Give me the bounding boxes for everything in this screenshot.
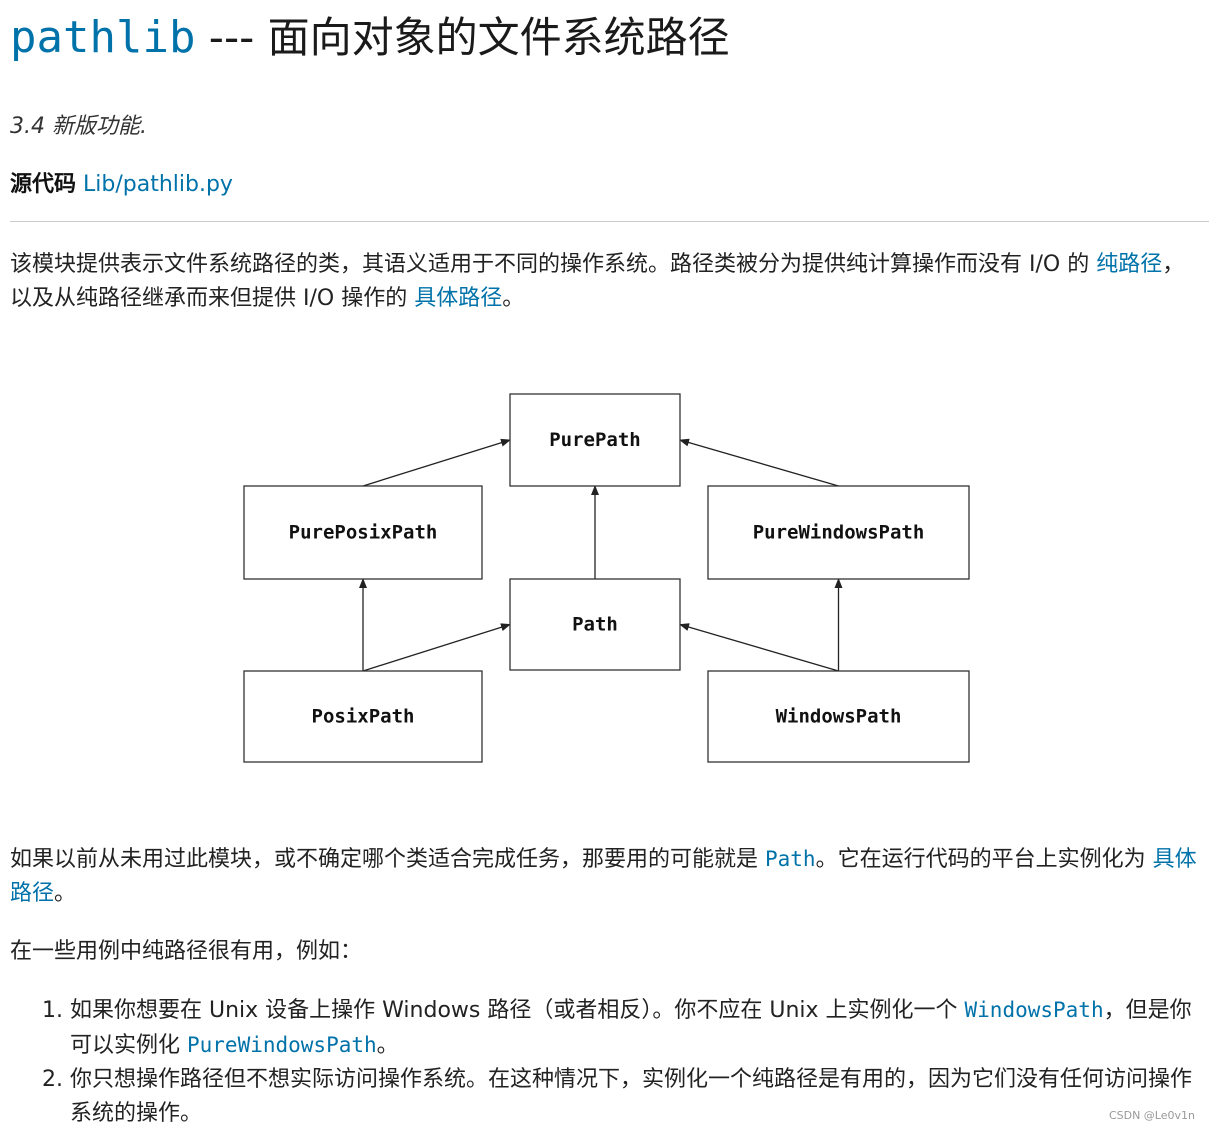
list-item: 如果你想要在 Unix 设备上操作 Windows 路径（或者相反）。你不应在 … xyxy=(70,993,1205,1063)
path-class-link[interactable]: Path xyxy=(765,847,816,871)
class-inheritance-diagram: PurePath PurePosixPath PureWindowsPath Path… xyxy=(243,393,970,763)
watermark: CSDN @Le0v1n xyxy=(1108,1109,1195,1122)
pure-paths-link[interactable]: 纯路径 xyxy=(1096,252,1162,277)
list-item: 你只想操作路径但不想实际访问操作系统。在这种情况下，实例化一个纯路径是有用的，因… xyxy=(70,1063,1205,1131)
diagram-node-purewindowspath: PureWindowsPath xyxy=(707,485,970,580)
concrete-paths-link[interactable]: 具体路径 xyxy=(414,286,502,311)
para-text: 。 xyxy=(54,881,77,906)
version-note: 3.4 新版功能. xyxy=(10,114,147,139)
list-text: 如果你想要在 Unix 设备上操作 Windows 路径（或者相反）。你不应在 … xyxy=(70,998,965,1023)
intro-text: 。 xyxy=(502,286,525,311)
inheritance-arrow-pureposixpath-to-purepath xyxy=(362,438,511,487)
use-cases-intro: 在一些用例中纯路径很有用，例如： xyxy=(10,939,363,964)
title-description: --- 面向对象的文件系统路径 xyxy=(195,13,730,62)
list-text: 。 xyxy=(376,1033,399,1058)
inheritance-arrow-posixpath-to-path xyxy=(362,623,511,672)
diagram-label: PureWindowsPath xyxy=(753,522,925,544)
diagram-label: PurePosixPath xyxy=(289,522,438,544)
diagram-label: PurePath xyxy=(549,429,641,451)
source-code-line: 源代码 Lib/pathlib.py xyxy=(10,166,233,198)
page-title: pathlib --- 面向对象的文件系统路径 xyxy=(10,6,730,70)
para-text: 如果以前从未用过此模块，或不确定哪个类适合完成任务，那要用的可能就是 xyxy=(10,847,765,872)
divider xyxy=(10,221,1209,222)
diagram-label: PosixPath xyxy=(312,706,415,728)
list-text: 你只想操作路径但不想实际访问操作系统。在这种情况下，实例化一个纯路径是有用的，因… xyxy=(70,1067,1193,1126)
source-label: 源代码 xyxy=(10,172,77,197)
intro-text: 该模块提供表示文件系统路径的类，其语义适用于不同的操作系统。路径类被分为提供纯计… xyxy=(10,252,1097,277)
source-link[interactable]: Lib/pathlib.py xyxy=(83,172,233,197)
diagram-node-pureposixpath: PurePosixPath xyxy=(243,485,483,580)
purewindowspath-link[interactable]: PureWindowsPath xyxy=(187,1033,377,1057)
diagram-node-path: Path xyxy=(509,578,681,671)
para-text: 。它在运行代码的平台上实例化为 xyxy=(815,847,1153,872)
diagram-node-purepath: PurePath xyxy=(509,393,681,487)
diagram-label: Path xyxy=(572,614,618,636)
diagram-node-windowspath: WindowsPath xyxy=(707,670,970,763)
inheritance-arrow-purewindowspath-to-purepath xyxy=(679,438,839,487)
use-case-list: 如果你想要在 Unix 设备上操作 Windows 路径（或者相反）。你不应在 … xyxy=(10,993,1205,1131)
diagram-node-posixpath: PosixPath xyxy=(243,670,483,763)
path-paragraph: 如果以前从未用过此模块，或不确定哪个类适合完成任务，那要用的可能就是 Path。… xyxy=(10,842,1205,911)
diagram-label: WindowsPath xyxy=(776,706,902,728)
windowspath-link[interactable]: WindowsPath xyxy=(965,998,1104,1022)
module-name: pathlib xyxy=(10,12,196,63)
intro-paragraph: 该模块提供表示文件系统路径的类，其语义适用于不同的操作系统。路径类被分为提供纯计… xyxy=(10,248,1205,316)
inheritance-arrow-windowspath-to-path xyxy=(679,623,839,672)
